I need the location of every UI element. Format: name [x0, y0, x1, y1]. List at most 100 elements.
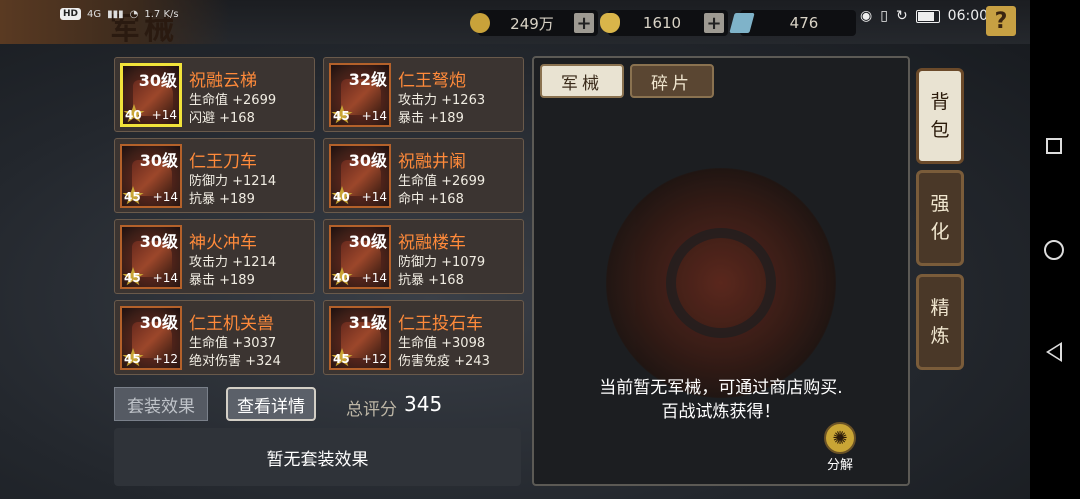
nfc-icon: ◉: [860, 8, 873, 24]
weapon-level: 30级: [139, 232, 178, 251]
weapon-level: 31级: [348, 313, 387, 332]
battery-icon: [915, 9, 940, 23]
weapon-card[interactable]: 30级 45 +14 仁王刀车 防御力 +1214 抗暴 +189: [114, 138, 315, 213]
weapon-stat-2: 暴击 +189: [398, 111, 464, 126]
weapon-stat-1: 生命值 +3037: [189, 336, 277, 351]
tab-weapons[interactable]: 军械: [540, 64, 624, 98]
weapon-enhance-level: +14: [152, 271, 178, 285]
clock: 06:00: [947, 8, 989, 24]
ingot-icon: [600, 13, 620, 33]
status-left: HD 4G ▮▮▮ ◔ 1.7 K/s: [60, 8, 179, 20]
vibrate-icon: ▯: [880, 8, 888, 24]
weapon-card[interactable]: 30级 40 +14 祝融井阑生命值 +2699 命中 +168: [323, 138, 524, 213]
weapon-name: 神火冲车: [189, 233, 257, 253]
tab-fragments[interactable]: 碎片: [630, 64, 714, 98]
help-button[interactable]: ?: [986, 6, 1016, 36]
weapon-card[interactable]: 30级 45 +12 仁王机关兽 生命值 +3037 绝对伤害 +324: [114, 300, 315, 375]
weapon-stat-2: 暴击 +189: [189, 273, 255, 288]
coin-icon: [470, 13, 490, 33]
back-icon[interactable]: [1046, 342, 1062, 362]
weapon-card[interactable]: 30级 45 +14 神火冲车 攻击力 +1214 暴击 +189: [114, 219, 315, 294]
weapon-level: 30级: [139, 151, 178, 170]
weapon-stat-2: 闪避 +168: [189, 111, 255, 126]
suit-effect-text: 暂无套装效果: [266, 449, 369, 470]
weapon-thumbnail: 32级 45 +14: [329, 63, 391, 127]
weapon-stat-1: 生命值 +2699: [189, 93, 277, 108]
weapon-stat-2: 抗暴 +168: [398, 273, 464, 288]
status-right: ◉ ▯ ↻ 06:00: [860, 8, 988, 24]
weapon-enhance-level: +12: [152, 352, 178, 366]
weapon-level: 32级: [348, 70, 387, 89]
side-tab-refine-char2: 炼: [930, 325, 950, 347]
add-ingot-button[interactable]: +: [704, 13, 724, 34]
coin-value: 249万: [510, 14, 554, 33]
weapon-level: 30级: [348, 151, 387, 170]
side-tab-enhance[interactable]: 强 化: [916, 170, 964, 266]
weapon-star-level: 45: [124, 352, 141, 366]
weapon-card[interactable]: 31级 45 +12 仁王投石车 生命值 +3098 伤害免疫 +243: [323, 300, 524, 375]
emblem-watermark: [606, 168, 836, 398]
rotate-icon: ↻: [895, 8, 908, 24]
side-tab-bag-char1: 背: [930, 91, 950, 113]
score-label: 总评分: [346, 400, 397, 420]
home-icon[interactable]: [1044, 240, 1064, 260]
weapon-stat-2: 绝对伤害 +324: [189, 354, 281, 369]
side-tab-refine-char1: 精: [930, 297, 950, 319]
add-coin-button[interactable]: +: [574, 13, 594, 34]
side-tab-bag[interactable]: 背 包: [916, 68, 964, 164]
weapon-card[interactable]: 30级 40 +14 祝融楼车防御力 +1079 抗暴 +168: [323, 219, 524, 294]
weapon-thumbnail: 31级 45 +12: [329, 306, 391, 370]
empty-message-line1: 当前暂无军械，可通过商店购买.: [599, 378, 843, 398]
weapon-star-level: 40: [333, 190, 350, 204]
weapon-enhance-level: +14: [152, 190, 178, 204]
weapon-stat-1: 防御力 +1079: [398, 255, 486, 270]
weapon-name: 仁王投石车: [398, 314, 483, 334]
resource-coin: 249万 +: [470, 10, 598, 36]
weapon-name: 仁王刀车: [189, 152, 257, 172]
signal-icon: ▮▮▮: [107, 8, 124, 20]
recents-icon[interactable]: [1046, 138, 1062, 154]
empty-message: 当前暂无军械，可通过商店购买. 百战试炼获得！: [534, 376, 908, 424]
crystal-value: 476: [789, 14, 819, 32]
weapon-enhance-level: +14: [361, 109, 387, 123]
weapon-level: 30级: [348, 232, 387, 251]
weapon-card[interactable]: 30级 40 +14 祝融云梯 生命值 +2699 闪避 +168: [114, 57, 315, 132]
weapon-star-level: 45: [333, 109, 350, 123]
hd-badge: HD: [60, 8, 82, 20]
weapon-enhance-level: +12: [361, 352, 387, 366]
weapon-stat-2: 命中 +168: [398, 192, 464, 207]
network-label: 4G: [87, 8, 102, 20]
weapon-thumbnail: 30级 40 +14: [329, 144, 391, 208]
view-detail-button[interactable]: 查看详情: [226, 387, 316, 421]
top-bar: 军械 HD 4G ▮▮▮ ◔ 1.7 K/s 249万 + 1610 + 476…: [0, 0, 1030, 47]
weapon-enhance-level: +14: [361, 271, 387, 285]
crystal-icon: [729, 13, 755, 33]
decompose-button[interactable]: ✺ 分解: [818, 422, 862, 473]
weapon-stat-1: 生命值 +3098: [398, 336, 486, 351]
weapon-thumbnail: 30级 40 +14: [329, 225, 391, 289]
side-tab-bag-char2: 包: [930, 119, 950, 141]
weapon-name: 祝融井阑: [398, 152, 466, 172]
suit-effect-box: 暂无套装效果: [114, 428, 521, 486]
weapon-thumbnail: 30级 45 +12: [120, 306, 182, 370]
wifi-icon: ◔: [129, 8, 139, 20]
weapon-level: 30级: [138, 71, 177, 90]
weapon-enhance-level: +14: [361, 190, 387, 204]
resource-crystal: 476: [729, 10, 856, 36]
weapon-name: 仁王弩炮: [398, 71, 466, 91]
weapon-stat-2: 抗暴 +189: [189, 192, 255, 207]
speed-readout: 1.7 K/s: [144, 8, 179, 20]
inventory-panel: 军械 碎片 当前暂无军械，可通过商店购买. 百战试炼获得！ ✺ 分解: [532, 56, 910, 486]
side-tab-refine[interactable]: 精 炼: [916, 274, 964, 370]
weapon-star-level: 40: [333, 271, 350, 285]
weapon-thumbnail: 30级 45 +14: [120, 144, 182, 208]
weapon-card[interactable]: 32级 45 +14 仁王弩炮 攻击力 +1263 暴击 +189: [323, 57, 524, 132]
weapon-thumbnail: 30级 40 +14: [120, 63, 182, 127]
suit-effect-button[interactable]: 套装效果: [114, 387, 208, 421]
weapon-star-level: 45: [333, 352, 350, 366]
weapon-stat-1: 生命值 +2699: [398, 174, 486, 189]
weapon-star-level: 45: [124, 190, 141, 204]
weapon-name: 仁王机关兽: [189, 314, 274, 334]
weapon-name: 祝融楼车: [398, 233, 466, 253]
weapon-star-level: 40: [125, 108, 142, 122]
